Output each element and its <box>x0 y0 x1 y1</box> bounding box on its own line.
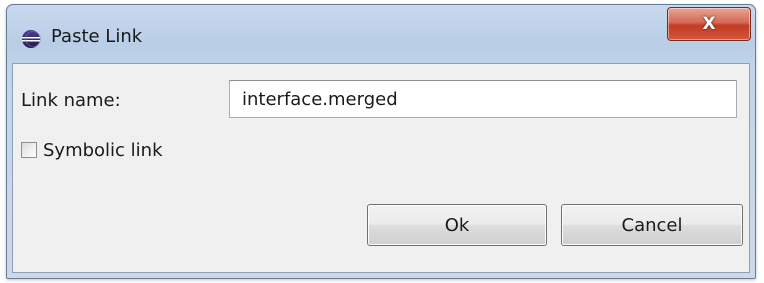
cancel-button[interactable]: Cancel <box>561 204 743 246</box>
link-name-input[interactable] <box>229 80 737 118</box>
symbolic-link-label: Symbolic link <box>43 139 163 161</box>
title-bar[interactable]: Paste Link X <box>7 5 755 63</box>
paste-link-dialog: Paste Link X Link name: Symbolic link Ok… <box>6 4 756 279</box>
symbolic-link-option[interactable]: Symbolic link <box>21 138 163 162</box>
close-icon: X <box>702 14 716 34</box>
ok-button[interactable]: Ok <box>367 204 547 246</box>
close-button[interactable]: X <box>667 7 751 41</box>
link-name-label: Link name: <box>21 90 121 111</box>
dialog-content: Link name: Symbolic link Ok Cancel <box>12 63 750 273</box>
symbolic-link-checkbox[interactable] <box>21 142 37 158</box>
eclipse-icon <box>21 29 41 49</box>
dialog-title: Paste Link <box>51 26 143 47</box>
